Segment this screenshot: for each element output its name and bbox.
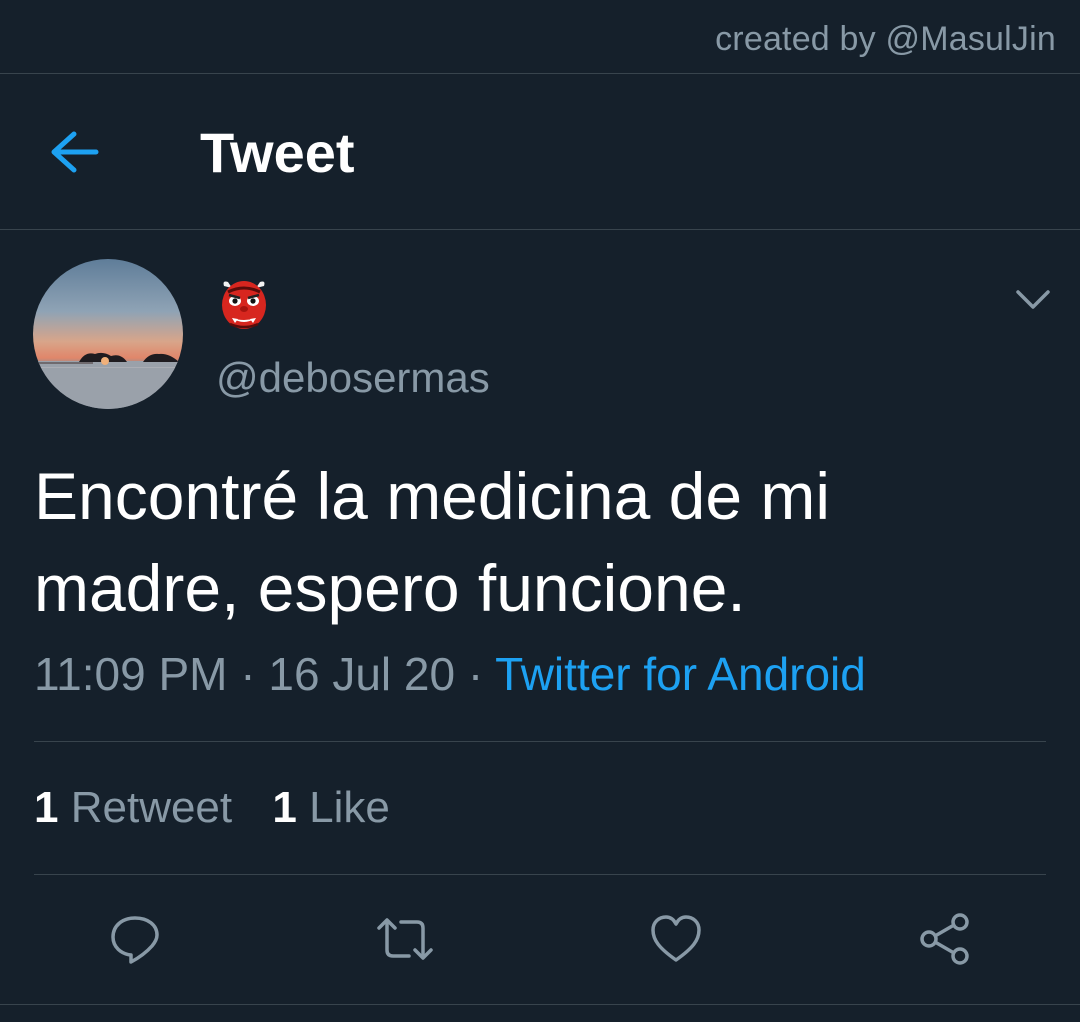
share-button[interactable] bbox=[918, 912, 972, 966]
retweet-count-link[interactable]: 1 Retweet bbox=[34, 783, 232, 832]
retweet-count: 1 bbox=[34, 783, 59, 832]
meta-separator: · bbox=[467, 648, 484, 700]
retweet-arrows-icon bbox=[377, 918, 433, 960]
sunset-avatar-image bbox=[33, 259, 183, 409]
divider bbox=[34, 874, 1046, 875]
watermark-text: created by @MasulJin bbox=[715, 20, 1056, 58]
heart-icon bbox=[651, 915, 701, 962]
page-title: Tweet bbox=[200, 121, 355, 184]
tweet-text: Encontré la medicina de mi madre, espero… bbox=[34, 459, 831, 625]
display-name[interactable] bbox=[218, 278, 270, 332]
retweet-button[interactable] bbox=[375, 912, 433, 966]
share-nodes-icon bbox=[920, 913, 969, 965]
avatar[interactable] bbox=[33, 259, 183, 409]
meta-separator: · bbox=[240, 648, 256, 700]
divider bbox=[34, 741, 1046, 742]
user-handle[interactable]: @debosermas bbox=[216, 354, 490, 402]
tweet-header: Tweet bbox=[0, 74, 1080, 230]
retweet-label: Retweet bbox=[70, 783, 233, 832]
chevron-down-icon bbox=[1016, 290, 1050, 309]
reply-button[interactable] bbox=[108, 912, 162, 966]
tweet-options-button[interactable] bbox=[1012, 282, 1054, 318]
like-button[interactable] bbox=[649, 912, 703, 966]
tweet-stats: 1 Retweet 1 Like bbox=[34, 783, 418, 833]
like-count-link[interactable]: 1 Like bbox=[272, 783, 389, 832]
tweet-time: 11:09 PM bbox=[34, 648, 228, 700]
back-button[interactable] bbox=[44, 124, 110, 180]
watermark-bar: created by @MasulJin bbox=[0, 0, 1080, 74]
speech-bubble-icon bbox=[111, 916, 159, 964]
like-count: 1 bbox=[272, 783, 297, 832]
like-label: Like bbox=[309, 783, 390, 832]
japanese-goblin-emoji bbox=[222, 281, 266, 329]
tweet-meta: 11:09 PM · 16 Jul 20 · Twitter for Andro… bbox=[34, 647, 866, 701]
tweet-date: 16 Jul 20 bbox=[268, 648, 456, 700]
tweet-source-link[interactable]: Twitter for Android bbox=[495, 648, 866, 700]
bottom-divider bbox=[0, 1004, 1080, 1005]
arrow-left-icon bbox=[51, 131, 99, 173]
